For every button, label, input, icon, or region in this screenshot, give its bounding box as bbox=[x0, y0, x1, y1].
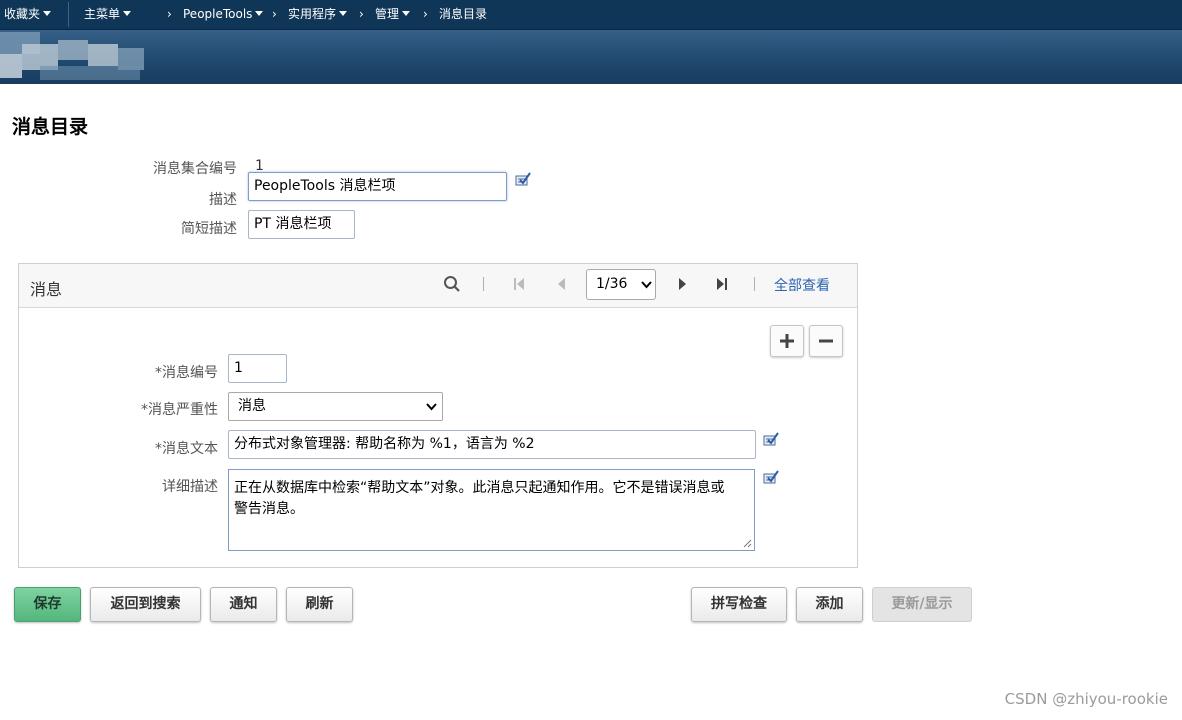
chevron-down-icon bbox=[641, 281, 652, 289]
spell-check-icon[interactable] bbox=[514, 170, 532, 188]
main-menu-label: 主菜单 bbox=[84, 7, 121, 21]
detail-description-textarea[interactable]: 正在从数据库中检索“帮助文本”对象。此消息只起通知作用。它不是错误消息或 警告消… bbox=[228, 469, 755, 551]
message-grid: 消息 1/36 全部查看 *消息编号 1 *消息严重性 消息 *消息文本 分布式… bbox=[18, 263, 858, 568]
breadcrumb-separator-icon: › bbox=[167, 7, 172, 21]
message-severity-label: *消息严重性 bbox=[141, 402, 218, 418]
grid-title: 消息 bbox=[30, 280, 63, 299]
row-selector[interactable]: 1/36 bbox=[586, 269, 656, 300]
header-banner bbox=[0, 30, 1182, 84]
favorites-dropdown-icon bbox=[43, 11, 52, 16]
grid-header: 消息 1/36 全部查看 bbox=[19, 264, 857, 308]
message-severity-select[interactable]: 消息 bbox=[228, 392, 443, 421]
page-title: 消息目录 bbox=[12, 116, 89, 138]
main-menu[interactable]: 主菜单 bbox=[84, 0, 132, 29]
chevron-down-icon bbox=[426, 403, 437, 411]
last-page-icon[interactable] bbox=[716, 277, 728, 295]
add-row-button[interactable] bbox=[770, 325, 804, 357]
previous-icon[interactable] bbox=[556, 277, 566, 295]
add-button[interactable]: 添加 bbox=[796, 587, 863, 622]
favorites-menu[interactable]: 收藏夹 bbox=[4, 0, 52, 29]
detail-description-label: 详细描述 bbox=[162, 479, 218, 495]
breadcrumb-message-catalog[interactable]: 消息目录 bbox=[439, 0, 487, 29]
breadcrumb-separator-icon: › bbox=[423, 7, 428, 21]
breadcrumb-separator-icon: › bbox=[272, 7, 277, 21]
breadcrumb-label: 实用程序 bbox=[288, 7, 337, 21]
view-all-link[interactable]: 全部查看 bbox=[774, 275, 830, 295]
message-number-field[interactable]: 1 bbox=[228, 354, 287, 383]
description-field[interactable]: PeopleTools 消息栏项 bbox=[248, 172, 507, 201]
delete-row-button[interactable] bbox=[809, 325, 843, 357]
top-navigation-bar: 收藏夹 主菜单 › PeopleTools › 实用程序 › 管理 › 消息目录 bbox=[0, 0, 1182, 30]
first-page-icon[interactable] bbox=[513, 277, 525, 295]
save-button[interactable]: 保存 bbox=[14, 587, 81, 622]
spell-check-button[interactable]: 拼写检查 bbox=[691, 587, 787, 622]
description-label: 描述 bbox=[209, 192, 237, 208]
chevron-down-icon bbox=[255, 11, 264, 16]
row-selector-value: 1/36 bbox=[596, 276, 628, 292]
message-text-field[interactable]: 分布式对象管理器: 帮助名称为 %1，语言为 %2 bbox=[228, 430, 756, 459]
message-number-label: *消息编号 bbox=[155, 365, 218, 381]
message-set-number-label: 消息集合编号 bbox=[153, 161, 237, 177]
refresh-button[interactable]: 刷新 bbox=[286, 587, 353, 622]
return-to-search-button[interactable]: 返回到搜索 bbox=[90, 587, 201, 622]
detail-description-line: 警告消息。 bbox=[234, 501, 304, 517]
breadcrumb-peopletools[interactable]: PeopleTools bbox=[183, 0, 264, 29]
message-severity-value: 消息 bbox=[238, 398, 266, 414]
toolbar-divider bbox=[483, 277, 484, 291]
breadcrumb-label: 消息目录 bbox=[439, 7, 488, 21]
chevron-down-icon bbox=[339, 11, 348, 16]
nav-divider bbox=[68, 2, 69, 27]
breadcrumb-utilities[interactable]: 实用程序 bbox=[288, 0, 348, 29]
next-icon[interactable] bbox=[678, 277, 688, 295]
search-icon[interactable] bbox=[443, 275, 461, 297]
breadcrumb-separator-icon: › bbox=[359, 7, 364, 21]
notify-button[interactable]: 通知 bbox=[210, 587, 277, 622]
favorites-label: 收藏夹 bbox=[4, 7, 41, 21]
spell-check-icon[interactable] bbox=[762, 468, 780, 486]
update-display-button[interactable]: 更新/显示 bbox=[872, 587, 972, 622]
short-description-label: 简短描述 bbox=[181, 221, 237, 237]
toolbar-divider bbox=[754, 277, 755, 291]
plus-icon bbox=[780, 334, 794, 348]
spell-check-icon[interactable] bbox=[762, 430, 780, 448]
resize-handle-icon[interactable] bbox=[743, 539, 752, 548]
watermark: CSDN @zhiyou-rookie bbox=[1004, 690, 1168, 708]
breadcrumb-label: 管理 bbox=[375, 7, 400, 21]
main-menu-dropdown-icon bbox=[123, 11, 132, 16]
short-description-field[interactable]: PT 消息栏项 bbox=[248, 210, 355, 239]
breadcrumb-administration[interactable]: 管理 bbox=[375, 0, 411, 29]
chevron-down-icon bbox=[402, 11, 411, 16]
minus-icon bbox=[819, 339, 833, 343]
detail-description-line: 正在从数据库中检索“帮助文本”对象。此消息只起通知作用。它不是错误消息或 bbox=[234, 480, 725, 496]
message-text-label: *消息文本 bbox=[155, 441, 218, 457]
breadcrumb-label: PeopleTools bbox=[183, 7, 253, 21]
